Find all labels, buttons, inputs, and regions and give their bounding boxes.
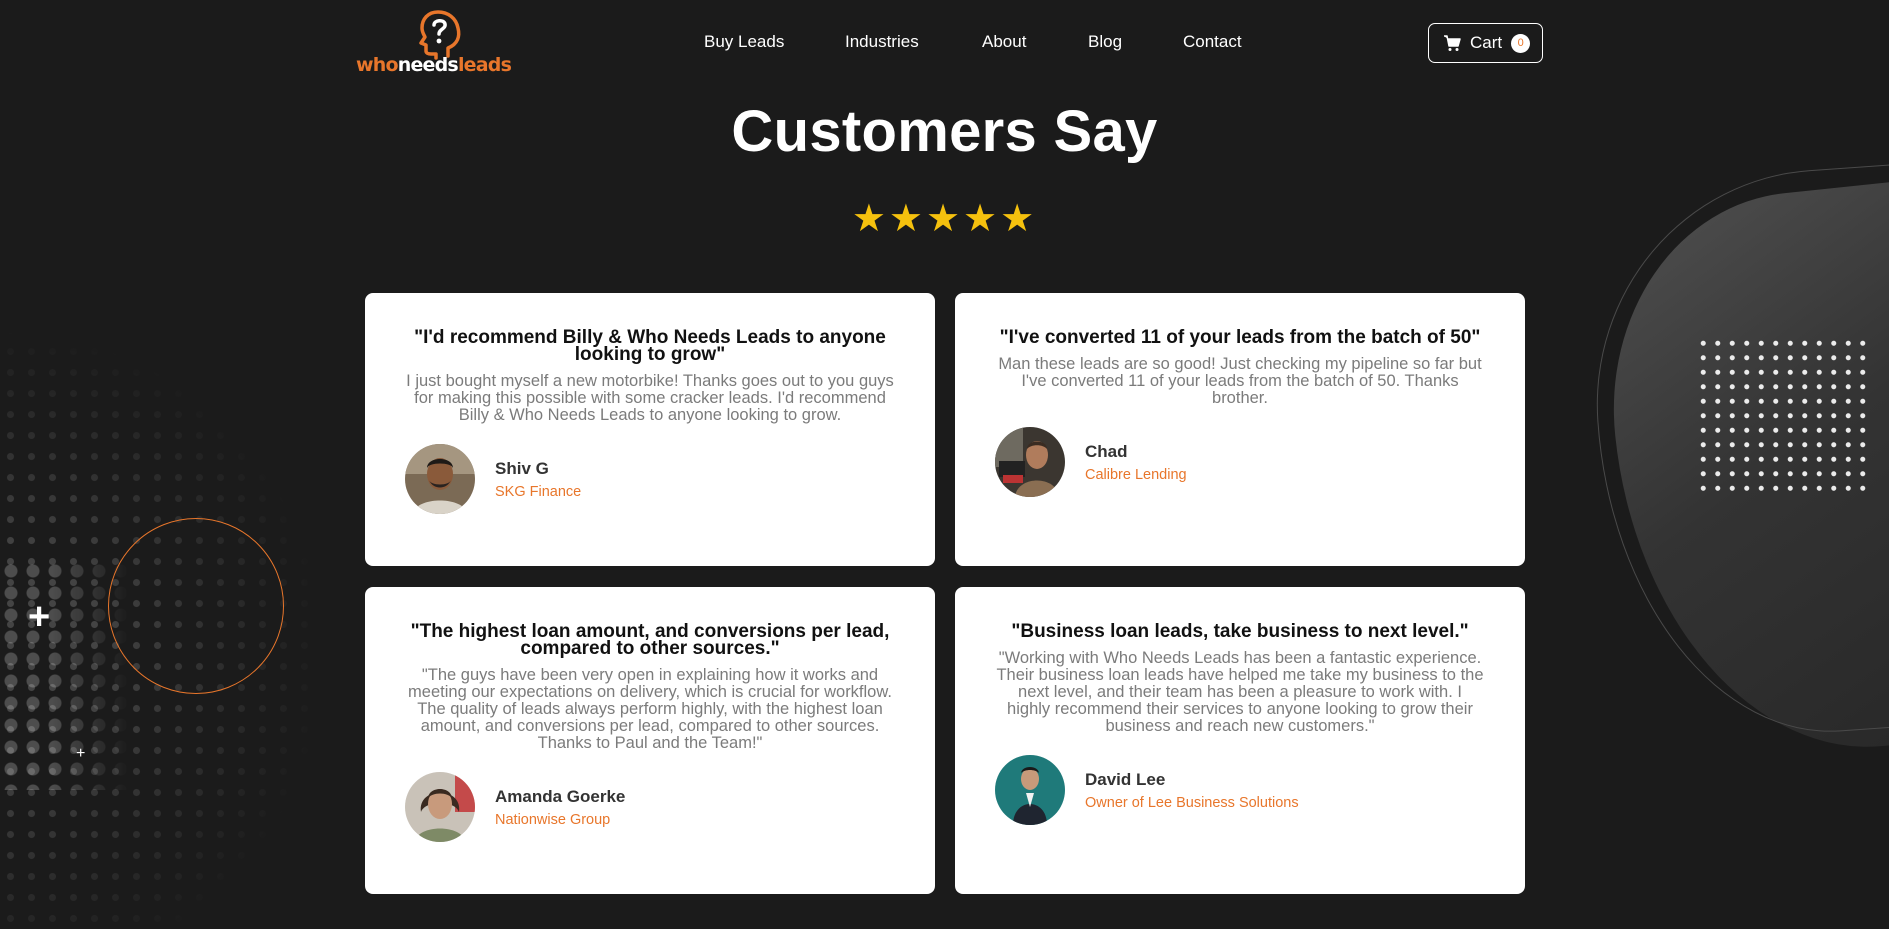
site-header: whoneedsleads Buy Leads Industries About… [0,0,1889,90]
testimonial-author: Amanda Goerke Nationwise Group [405,772,895,842]
nav-blog[interactable]: Blog [1088,32,1122,52]
author-company: Calibre Lending [1085,466,1187,483]
nav-contact[interactable]: Contact [1183,32,1242,52]
testimonial-card: "The highest loan amount, and conversion… [365,587,935,894]
author-name: David Lee [1085,769,1166,789]
author-company: Owner of Lee Business Solutions [1085,794,1299,811]
decorative-plus-icon: + [28,596,51,638]
brand-logo[interactable]: whoneedsleads [356,10,512,76]
testimonial-title: "I've converted 11 of your leads from th… [999,327,1481,348]
testimonial-author: Shiv G SKG Finance [405,444,895,514]
cart-button[interactable]: Cart 0 [1428,23,1543,63]
nav-industries[interactable]: Industries [845,32,919,52]
head-question-icon [419,10,461,60]
testimonial-title: "Business loan leads, take business to n… [1011,621,1469,642]
author-name: Amanda Goerke [495,786,626,806]
avatar [995,427,1065,497]
nav-buy-leads[interactable]: Buy Leads [704,32,784,52]
decorative-plus-small-icon: + [76,745,86,762]
author-name: Chad [1085,441,1128,461]
decorative-dot-grid-right [1696,336,1870,498]
testimonial-author: Chad Calibre Lending [995,427,1485,497]
author-company: Nationwise Group [495,811,611,828]
testimonial-title: "I'd recommend Billy & Who Needs Leads t… [414,327,886,365]
cart-count-badge: 0 [1511,33,1531,53]
rating-stars-icon: ★★★★★ [851,198,1038,240]
testimonial-body: I just bought myself a new motorbike! Th… [406,372,894,424]
testimonial-body: "The guys have been very open in explain… [408,666,892,752]
avatar [405,772,475,842]
section-title: Customers Say [731,99,1158,164]
testimonial-body: "Working with Who Needs Leads has been a… [996,649,1484,735]
testimonial-card: "Business loan leads, take business to n… [955,587,1525,894]
decorative-orange-circle [108,518,284,694]
author-company: SKG Finance [495,483,582,500]
testimonial-card: "I've converted 11 of your leads from th… [955,293,1525,566]
nav-about[interactable]: About [982,32,1026,52]
cart-icon [1444,35,1461,51]
testimonial-title: "The highest loan amount, and conversion… [410,621,890,659]
testimonial-card: "I'd recommend Billy & Who Needs Leads t… [365,293,935,566]
logo-wordmark: whoneedsleads [356,54,512,76]
testimonial-body: Man these leads are so good! Just checki… [998,355,1482,407]
testimonial-author: David Lee Owner of Lee Business Solution… [995,755,1485,825]
author-name: Shiv G [495,458,549,478]
avatar [405,444,475,514]
cart-label: Cart [1470,33,1503,52]
avatar [995,755,1065,825]
